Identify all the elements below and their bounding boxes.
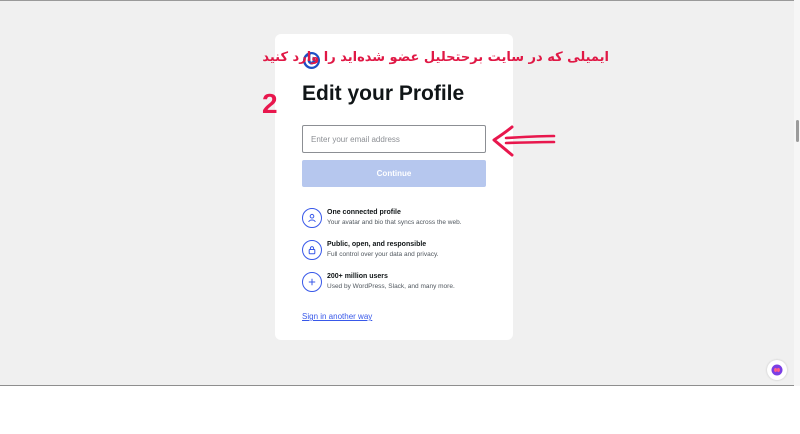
persian-annotation-text: ایمیلی که در سایت برحتحلیل عضو شده‌اید ر… xyxy=(262,50,609,65)
top-border xyxy=(0,0,800,1)
feature-description: Your avatar and bio that syncs across th… xyxy=(327,219,462,226)
lock-icon xyxy=(302,240,322,260)
feature-description: Used by WordPress, Slack, and many more. xyxy=(327,283,455,290)
feature-item-connected-profile: One connected profile Your avatar and bi… xyxy=(302,208,502,234)
feature-title: One connected profile xyxy=(327,209,401,216)
scrollbar-thumb[interactable] xyxy=(796,120,799,142)
chat-widget-button[interactable] xyxy=(767,360,787,380)
step-number-annotation: 2 xyxy=(262,88,278,119)
sign-in-another-way-link[interactable]: Sign in another way xyxy=(302,312,372,321)
plus-icon xyxy=(302,272,322,292)
feature-title: 200+ million users xyxy=(327,273,388,280)
feature-description: Full control over your data and privacy. xyxy=(327,251,439,258)
feature-item-public-open: Public, open, and responsible Full contr… xyxy=(302,240,502,266)
feature-item-users: 200+ million users Used by WordPress, Sl… xyxy=(302,272,502,298)
email-field[interactable] xyxy=(302,125,486,153)
continue-button[interactable]: Continue xyxy=(302,160,486,187)
arrow-left-icon xyxy=(492,125,556,157)
brain-icon xyxy=(771,364,783,376)
feature-title: Public, open, and responsible xyxy=(327,241,427,248)
profile-card: ایمیلی که در سایت برحتحلیل عضو شده‌اید ر… xyxy=(262,34,609,340)
browser-viewport: ایمیلی که در سایت برحتحلیل عضو شده‌اید ر… xyxy=(0,0,800,386)
scrollbar[interactable] xyxy=(794,0,800,386)
user-icon xyxy=(302,208,322,228)
page-title: Edit your Profile xyxy=(302,82,465,105)
